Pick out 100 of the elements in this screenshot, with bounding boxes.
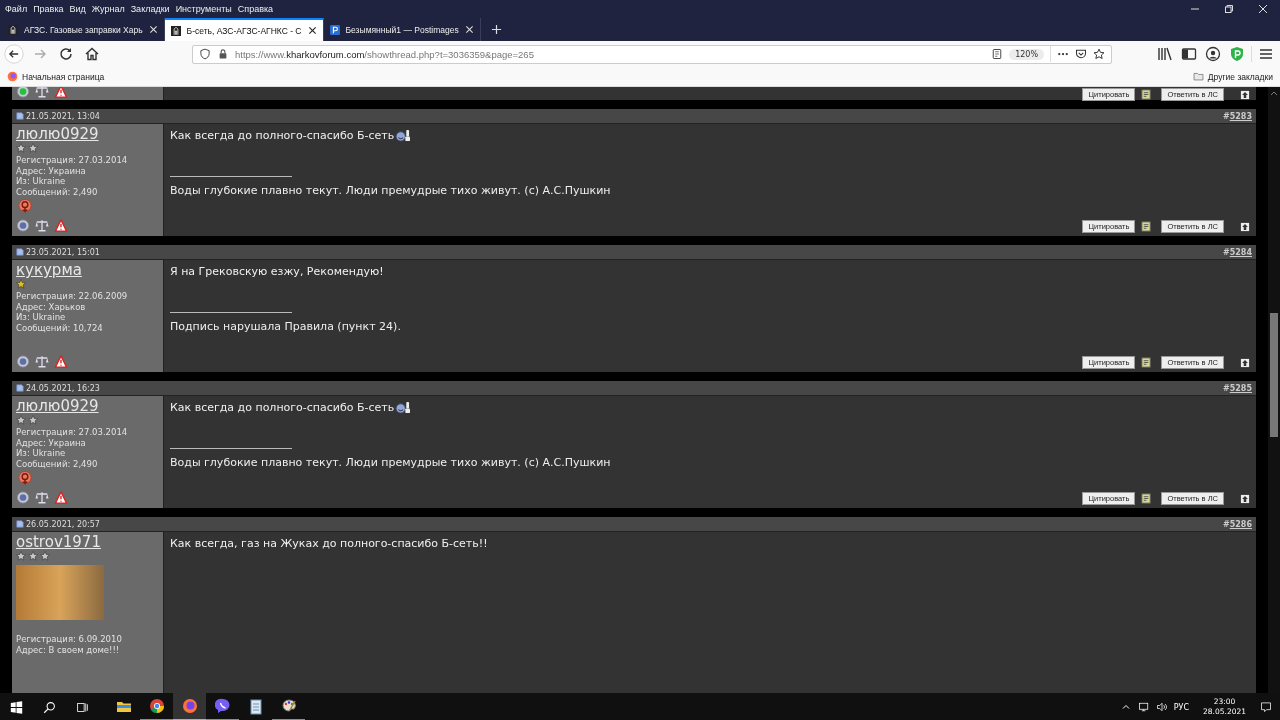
signature-text: Воды глубокие плавно текут. Люди премудрые тихо живут. (c) А.С.Пушкин [170,184,612,197]
scales-icon[interactable] [35,491,49,504]
multi-quote-icon[interactable] [1141,493,1153,504]
user-info-text: Сообщений: 2,490 [16,458,99,469]
post-number-link[interactable]: #5286 [1223,519,1252,529]
close-icon[interactable] [307,26,317,35]
multi-quote-icon[interactable] [1141,89,1153,100]
menu-item[interactable]: Закладки [127,4,173,14]
site-favicon-icon [170,25,181,36]
message-text: Как всегда до полного-спасибо Б-сеть [170,129,395,142]
rank-star-icon [28,415,38,425]
multi-quote-icon[interactable] [1141,221,1153,232]
user-info-text: Адрес: Украина [16,437,87,448]
rank-star-icon [28,143,38,153]
menu-item[interactable]: Файл [2,4,31,14]
rank-star-icon [16,551,26,561]
warning-icon[interactable] [54,355,68,368]
signature-text: Подпись нарушала Правила (пункт 24). [170,320,402,333]
user-info-text: Адрес: В своем доме!!! [16,644,121,655]
user-info-text: Адрес: Харьков [16,301,87,312]
username-link[interactable]: люлю0929 [16,126,161,143]
p-letter-favicon-icon [329,24,340,35]
user-info-text: Из: Ukraine [16,312,67,323]
star-icon[interactable] [1093,48,1105,60]
menu-item[interactable]: Инструменты [172,4,235,14]
username-link[interactable]: кукурма [16,262,161,279]
folder-icon [115,699,132,715]
post-icon [16,112,24,120]
palette-icon [280,698,297,714]
message-text: Я на Грековскую езжу, Рекомендую! [170,265,384,278]
new-tab-icon[interactable] [490,24,502,35]
user-info-text: Регистрация: 27.03.2014 [16,155,129,166]
rank-star-icon [16,279,26,289]
menu-item[interactable]: Вид [66,4,89,14]
post-date: 21.05.2021, 13:04 [26,111,100,121]
post-number-link[interactable]: #5285 [1223,383,1252,393]
bookmarks-folder[interactable]: Другие закладки [1192,71,1273,82]
reader-view-icon[interactable] [991,48,1004,60]
bookmark-link[interactable]: Начальная страница [7,71,105,82]
firefox-logo-icon [7,71,18,82]
post-icon [16,520,24,528]
user-info-text: Сообщений: 2,490 [16,186,99,197]
scrollbar[interactable] [1268,87,1280,693]
post-number-link[interactable]: #5284 [1223,247,1252,257]
input-language[interactable]: РУС [1173,702,1190,712]
menu-item[interactable]: Правка [30,4,67,14]
warning-icon[interactable] [54,491,68,504]
menu-item[interactable]: Журнал [88,4,128,14]
scales-icon[interactable] [35,219,49,232]
post-icon [16,248,24,256]
scales-icon[interactable] [35,87,49,98]
warning-icon[interactable] [54,219,68,232]
zoom-level[interactable]: 120% [1009,48,1044,60]
chrome-icon [148,698,165,714]
chat-bubble-icon [214,698,231,714]
rank-star-icon [40,551,50,561]
user-info-text: Адрес: Украина [16,165,87,176]
taskbar-app-button[interactable] [173,693,206,720]
message-text: Как всегда, газ на Жуках до полного-спасибо Б-сеть!! [170,537,488,550]
rank-star-icon [16,143,26,153]
user-info-text: Из: Ukraine [16,448,67,459]
site-favicon-icon [8,24,18,35]
go-to-top-icon[interactable] [1240,89,1250,100]
account-icon[interactable] [1203,46,1223,62]
username-link[interactable]: ostrov1971 [16,534,161,551]
username-link[interactable]: люлю0929 [16,398,161,415]
post-date: 24.05.2021, 16:23 [26,383,100,393]
shield-icon[interactable] [199,48,211,60]
notifications-icon[interactable] [1260,701,1272,713]
user-info-text: Сообщений: 10,724 [16,322,104,333]
go-to-top-icon[interactable] [1240,357,1250,368]
firefox-icon [181,698,198,714]
multi-quote-icon[interactable] [1141,357,1153,368]
rank-star-icon [28,551,38,561]
go-to-top-icon[interactable] [1240,221,1250,232]
scales-icon[interactable] [35,355,49,368]
back-icon[interactable] [4,44,24,64]
user-info-text: Регистрация: 22.06.2009 [16,291,129,302]
library-icon[interactable] [1155,46,1175,62]
browser-tab[interactable]: Б-сеть, АЗС-АГЗС-АГНКС - С [164,18,324,41]
pocket-icon[interactable] [1075,48,1087,60]
user-info-text: Регистрация: 27.03.2014 [16,427,129,438]
url-text[interactable]: https://www.kharkovforum.com/showthread.php?t=3036359&page=265 [235,48,986,60]
warning-icon[interactable] [54,87,68,98]
post-icon [16,384,24,392]
speaker-icon[interactable] [1155,701,1168,713]
scrollbar-thumb[interactable] [1270,313,1278,437]
signature-text: Воды глубокие плавно текут. Люди премудрые тихо живут. (c) А.С.Пушкин [170,456,612,469]
message-text: Как всегда до полного-спасибо Б-сеть [170,401,395,414]
post-number-link[interactable]: #5283 [1223,111,1252,121]
sidebar-icon[interactable] [1179,46,1199,62]
lock-icon [217,48,229,60]
post-date: 23.05.2021, 15:01 [26,247,100,257]
notepad-icon [247,699,264,715]
post-date: 26.05.2021, 20:57 [26,519,100,529]
go-to-top-icon[interactable] [1240,493,1250,504]
address-bar[interactable]: https://www.kharkovforum.com/showthread.php?t=3036359&page=265 120% [192,44,1112,64]
rank-star-icon [16,415,26,425]
menu-item[interactable]: Справка [234,4,277,14]
network-icon[interactable] [1137,701,1150,713]
